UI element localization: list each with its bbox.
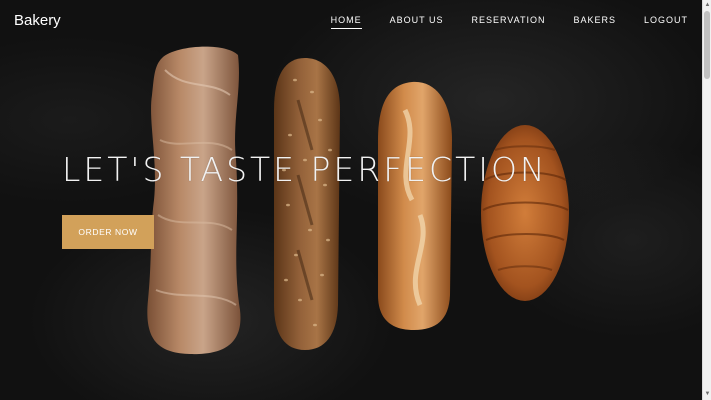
nav-bakers[interactable]: BAKERS [573, 15, 616, 29]
bread-image [147, 46, 569, 355]
scroll-down-arrow-icon[interactable]: ▼ [704, 390, 711, 399]
baguette [378, 81, 452, 331]
scrollbar-thumb[interactable] [704, 11, 710, 79]
brand-logo[interactable]: Bakery [14, 12, 61, 29]
page-scrollbar[interactable]: ▲ ▼ [702, 0, 711, 400]
hero-headline: LET'S TASTE PERFECTION [62, 150, 548, 189]
scroll-up-arrow-icon[interactable]: ▲ [704, 1, 711, 10]
order-now-button[interactable]: ORDER NOW [62, 215, 154, 249]
nav-reservation[interactable]: RESERVATION [471, 15, 545, 29]
nav-logout[interactable]: LOGOUT [644, 15, 688, 29]
main-nav: HOME ABOUT US RESERVATION BAKERS LOGOUT [330, 15, 688, 29]
nav-home[interactable]: HOME [330, 15, 362, 29]
hero-section: Bakery HOME ABOUT US RESERVATION BAKERS … [0, 0, 702, 400]
seeded-baguette [274, 58, 340, 350]
ciabatta-bread [147, 46, 241, 355]
nav-about-us[interactable]: ABOUT US [390, 15, 444, 29]
